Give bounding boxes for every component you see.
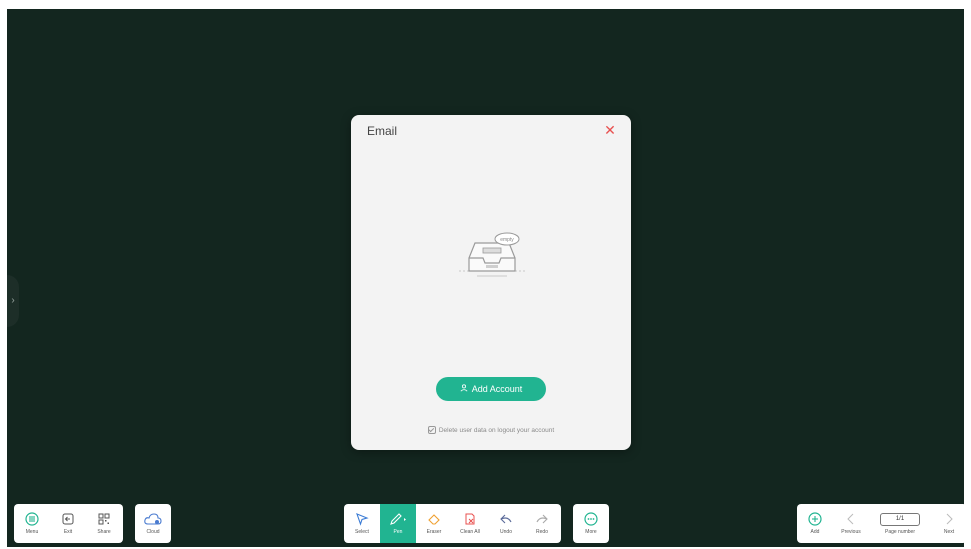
clean-all-icon xyxy=(465,513,475,525)
chevron-left-icon xyxy=(847,513,854,525)
pen-icon xyxy=(390,513,406,525)
empty-badge-text: empty xyxy=(500,237,514,243)
chevron-right-icon: › xyxy=(11,295,15,306)
select-label: Select xyxy=(355,529,369,535)
side-panel-toggle[interactable]: › xyxy=(7,275,19,327)
menu-button[interactable]: Menu xyxy=(14,504,50,543)
cloud-icon xyxy=(144,513,162,525)
checkbox-icon[interactable] xyxy=(427,426,436,434)
eraser-tool[interactable]: Eraser xyxy=(416,504,452,543)
redo-icon xyxy=(536,514,548,524)
previous-label: Previous xyxy=(841,529,861,535)
undo-icon xyxy=(500,514,512,524)
close-icon[interactable]: ✕ xyxy=(603,123,617,137)
page-number-control[interactable]: 1/1 Page number xyxy=(869,504,931,543)
email-dialog: Email ✕ empty Add Account Delete user da… xyxy=(351,115,631,450)
redo-tool[interactable]: Redo xyxy=(524,504,560,543)
plus-circle-icon xyxy=(808,512,822,526)
exit-label: Exit xyxy=(63,529,73,535)
user-icon xyxy=(460,384,468,394)
redo-label: Redo xyxy=(536,529,548,535)
cloud-button[interactable]: Cloud xyxy=(135,504,171,543)
next-page-button[interactable]: Next xyxy=(931,504,967,543)
pen-tool[interactable]: Pen xyxy=(380,504,416,543)
add-page-button[interactable]: Add xyxy=(797,504,833,543)
drawing-toolbar: Select Pen Eraser Clean All Undo Redo xyxy=(344,504,561,543)
pen-label: Pen xyxy=(393,529,403,535)
empty-inbox-illustration: empty xyxy=(457,231,527,288)
next-label: Next xyxy=(943,529,955,535)
clean-all-tool[interactable]: Clean All xyxy=(452,504,488,543)
share-label: Share xyxy=(97,529,111,535)
eraser-icon xyxy=(428,514,440,525)
more-label: More xyxy=(585,529,597,535)
qr-code-icon xyxy=(98,513,110,525)
add-label: Add xyxy=(810,529,820,535)
page-number-field[interactable]: 1/1 xyxy=(880,512,920,526)
delete-data-option[interactable]: Delete user data on logout your account xyxy=(351,426,631,434)
cursor-icon xyxy=(356,513,369,526)
page-toolbar: Add Previous 1/1 Page number Next xyxy=(797,504,967,543)
cloud-label: Cloud xyxy=(146,529,160,535)
more-button[interactable]: More xyxy=(573,504,609,543)
add-account-button[interactable]: Add Account xyxy=(436,377,546,401)
undo-label: Undo xyxy=(500,529,512,535)
more-icon xyxy=(584,512,598,526)
page-number-label: Page number xyxy=(884,528,916,535)
exit-button[interactable]: Exit xyxy=(50,504,86,543)
share-button[interactable]: Share xyxy=(86,504,122,543)
dialog-title: Email xyxy=(367,124,398,138)
menu-label: Menu xyxy=(25,529,39,535)
left-toolbar: Menu Exit Share xyxy=(14,504,123,543)
add-account-label: Add Account xyxy=(471,384,523,394)
menu-icon xyxy=(25,512,39,526)
cloud-toolbar: Cloud xyxy=(135,504,171,543)
chevron-right-icon xyxy=(946,513,953,525)
clean-all-label: Clean All xyxy=(460,529,480,535)
exit-icon xyxy=(62,513,74,525)
undo-tool[interactable]: Undo xyxy=(488,504,524,543)
eraser-label: Eraser xyxy=(426,529,442,535)
previous-page-button[interactable]: Previous xyxy=(833,504,869,543)
select-tool[interactable]: Select xyxy=(344,504,380,543)
delete-note-text: Delete user data on logout your account xyxy=(438,426,555,434)
more-toolbar: More xyxy=(573,504,609,543)
